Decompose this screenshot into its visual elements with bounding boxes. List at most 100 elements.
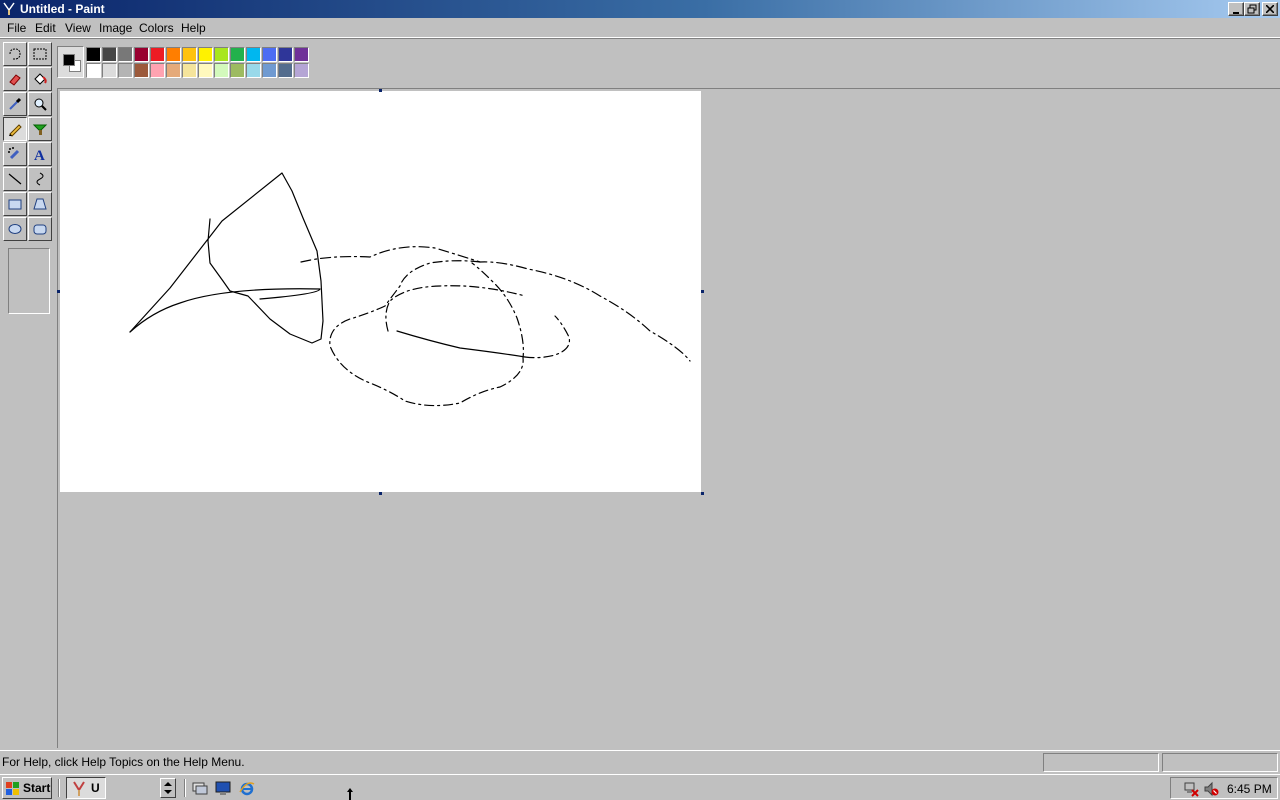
close-button[interactable] bbox=[1262, 2, 1278, 16]
color-swatch[interactable] bbox=[246, 63, 261, 78]
color-swatch[interactable] bbox=[198, 63, 213, 78]
tool-free-form-select[interactable] bbox=[3, 42, 27, 66]
system-tray: 6:45 PM bbox=[1170, 777, 1278, 799]
color-swatch[interactable] bbox=[262, 63, 277, 78]
desktop-computer-icon[interactable] bbox=[215, 780, 231, 796]
color-swatch[interactable] bbox=[230, 47, 245, 62]
menu-file[interactable]: File bbox=[6, 20, 27, 36]
resize-handle-corner[interactable] bbox=[701, 492, 704, 495]
taskbar-paint-button[interactable]: U bbox=[66, 777, 106, 799]
menu-help[interactable]: Help bbox=[180, 20, 207, 36]
title-bar[interactable]: Untitled - Paint bbox=[0, 0, 1280, 18]
stroke-crossbar bbox=[129, 288, 321, 333]
start-button[interactable]: Start bbox=[2, 777, 52, 799]
tool-rectangle[interactable] bbox=[3, 192, 27, 216]
tool-options-box[interactable] bbox=[8, 248, 50, 314]
stroke-dashed-blob bbox=[329, 260, 524, 407]
color-swatch[interactable] bbox=[294, 47, 309, 62]
eraser-icon bbox=[9, 74, 21, 86]
taskbar-scroll-arrows[interactable] bbox=[160, 778, 176, 798]
show-desktop-icon[interactable] bbox=[192, 780, 208, 796]
menu-image[interactable]: Image bbox=[98, 20, 133, 36]
menu-view[interactable]: View bbox=[64, 20, 92, 36]
menu-bar: File Edit View Image Colors Help bbox=[0, 18, 1280, 38]
eyedropper-icon bbox=[9, 97, 22, 110]
scroll-up-icon bbox=[164, 782, 172, 786]
drawing-canvas[interactable] bbox=[60, 91, 701, 492]
line-icon bbox=[8, 173, 22, 185]
airbrush-icon bbox=[8, 147, 20, 160]
taskbar-clock[interactable]: 6:45 PM bbox=[1227, 782, 1272, 796]
color-swatch[interactable] bbox=[86, 47, 101, 62]
color-swatch[interactable] bbox=[198, 47, 213, 62]
color-swatch[interactable] bbox=[278, 63, 293, 78]
color-swatch[interactable] bbox=[134, 63, 149, 78]
color-swatch[interactable] bbox=[150, 63, 165, 78]
color-swatch[interactable] bbox=[166, 47, 181, 62]
stroke-solid-line bbox=[396, 330, 526, 358]
color-swatch[interactable] bbox=[102, 63, 117, 78]
tool-airbrush[interactable] bbox=[3, 142, 27, 166]
minimize-button[interactable] bbox=[1228, 2, 1244, 16]
color-swatch[interactable] bbox=[230, 63, 245, 78]
rounded-rectangle-icon bbox=[33, 224, 47, 235]
tool-ellipse[interactable] bbox=[3, 217, 27, 241]
menu-colors[interactable]: Colors bbox=[138, 20, 175, 36]
tool-line[interactable] bbox=[3, 167, 27, 191]
status-panel-size bbox=[1162, 753, 1278, 772]
color-swatch[interactable] bbox=[102, 47, 117, 62]
stroke-dashed-loop bbox=[300, 246, 691, 362]
color-swatch[interactable] bbox=[262, 47, 277, 62]
restore-button[interactable] bbox=[1244, 2, 1260, 16]
fill-bucket-icon bbox=[34, 73, 47, 85]
tool-pick-color[interactable] bbox=[3, 92, 27, 116]
tool-curve[interactable] bbox=[28, 167, 52, 191]
free-form-select-icon bbox=[9, 48, 21, 60]
tool-polygon[interactable] bbox=[28, 192, 52, 216]
volume-muted-icon[interactable] bbox=[1203, 781, 1219, 797]
tool-eraser[interactable] bbox=[3, 67, 27, 91]
resize-handle-left[interactable] bbox=[57, 290, 60, 293]
start-label: Start bbox=[23, 781, 51, 795]
color-swatch[interactable] bbox=[214, 63, 229, 78]
rectangle-icon bbox=[8, 199, 22, 210]
color-swatch[interactable] bbox=[278, 47, 293, 62]
color-swatch[interactable] bbox=[118, 63, 133, 78]
tool-pencil[interactable] bbox=[3, 117, 27, 141]
taskbar-paint-label: U bbox=[91, 781, 100, 795]
tool-fill-with-color[interactable] bbox=[28, 67, 52, 91]
resize-handle-right[interactable] bbox=[701, 290, 704, 293]
color-swatch[interactable] bbox=[246, 47, 261, 62]
color-swatch[interactable] bbox=[166, 63, 181, 78]
rect-select-icon bbox=[33, 48, 47, 60]
color-swatch[interactable] bbox=[118, 47, 133, 62]
paint-task-icon bbox=[73, 781, 85, 796]
windows-logo-icon bbox=[6, 782, 19, 795]
tool-rounded-rectangle[interactable] bbox=[28, 217, 52, 241]
taskbar-separator bbox=[58, 779, 60, 797]
curve-icon bbox=[36, 172, 44, 186]
window-title: Untitled - Paint bbox=[20, 2, 105, 16]
status-bar: For Help, click Help Topics on the Help … bbox=[0, 750, 1280, 772]
network-disconnected-icon[interactable] bbox=[1183, 781, 1199, 797]
internet-explorer-icon[interactable] bbox=[239, 780, 255, 796]
stroke-dashed-inner bbox=[385, 285, 526, 332]
color-swatch[interactable] bbox=[182, 63, 197, 78]
color-swatch[interactable] bbox=[214, 47, 229, 62]
color-swatch[interactable] bbox=[294, 63, 309, 78]
color-swatch[interactable] bbox=[134, 47, 149, 62]
tool-text[interactable]: A bbox=[28, 142, 52, 166]
menu-edit[interactable]: Edit bbox=[34, 20, 57, 36]
close-icon bbox=[1265, 4, 1275, 14]
stroke-dashed-tail bbox=[524, 315, 571, 359]
color-swatch[interactable] bbox=[150, 47, 165, 62]
quicklaunch-separator bbox=[184, 779, 186, 797]
brush-icon bbox=[32, 124, 48, 135]
tool-brush[interactable] bbox=[28, 117, 52, 141]
resize-handle-top[interactable] bbox=[379, 89, 382, 92]
color-swatch[interactable] bbox=[86, 63, 101, 78]
resize-handle-bottom[interactable] bbox=[379, 492, 382, 495]
tool-select[interactable] bbox=[28, 42, 52, 66]
tool-magnifier[interactable] bbox=[28, 92, 52, 116]
color-swatch[interactable] bbox=[182, 47, 197, 62]
